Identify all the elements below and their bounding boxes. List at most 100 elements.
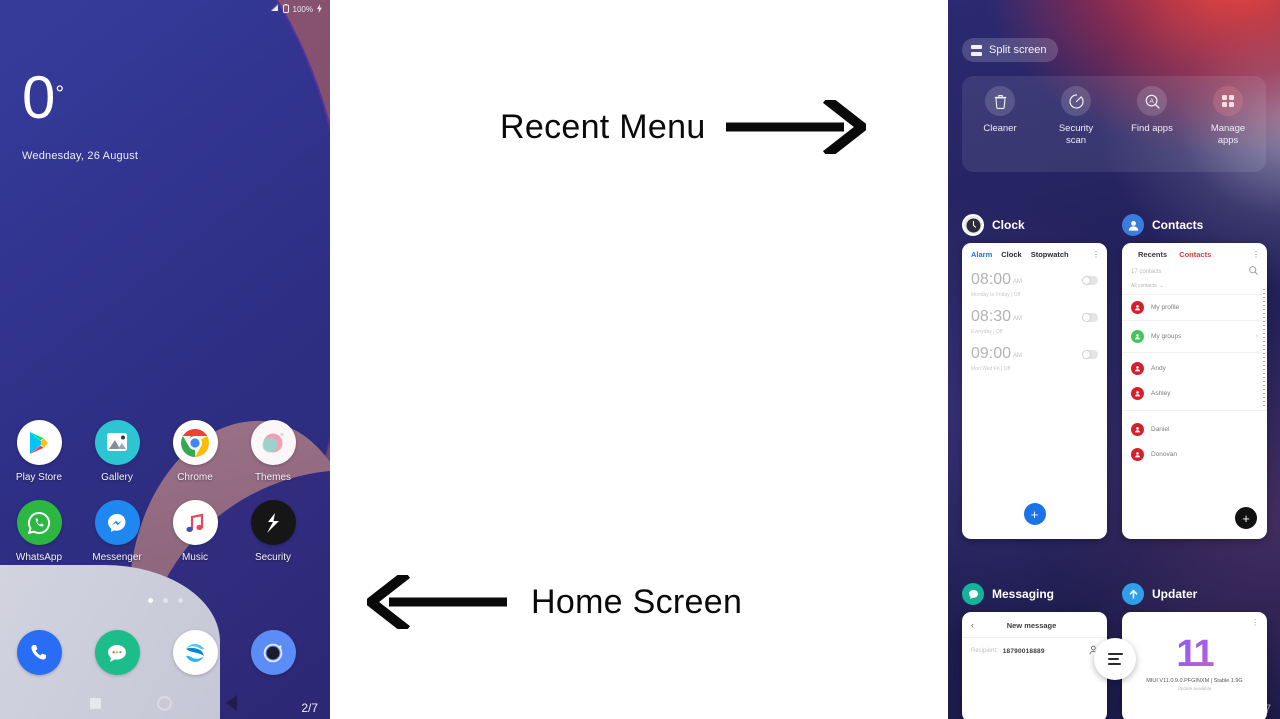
card-content[interactable]: Alarm Clock Stopwatch ⋮ 08:00 AM Monday … (962, 243, 1107, 539)
contact-row[interactable]: Andy (1122, 352, 1267, 381)
contacts-section-label: All contacts ⌄ (1131, 283, 1164, 289)
contact-row[interactable]: Daniel (1122, 410, 1267, 442)
arrow-right-icon (725, 100, 866, 154)
chevron-right-icon: › (1255, 333, 1258, 340)
app-label: Play Store (15, 472, 63, 483)
app-music[interactable]: Music (156, 500, 234, 563)
widget-date: Wednesday, 26 August (22, 150, 139, 162)
alarm-item[interactable]: 09:00 AM (962, 339, 1107, 366)
add-contact-fab[interactable]: + (1235, 507, 1257, 529)
contact-row[interactable]: Ashley (1122, 381, 1267, 410)
avatar (1131, 362, 1144, 375)
contacts-person-icon (1122, 214, 1144, 236)
page-dots (0, 598, 330, 603)
home-circle-icon[interactable] (157, 695, 172, 711)
page-dot[interactable] (162, 598, 168, 603)
app-security[interactable]: Security (234, 500, 312, 563)
drag-handle-icon[interactable] (1094, 638, 1136, 680)
dock-item-camera[interactable] (234, 630, 312, 675)
search-icon[interactable] (1249, 266, 1258, 277)
quick-actions-bar: Cleaner Security scan A Find apps Manage… (962, 76, 1266, 172)
app-label: WhatsApp (15, 552, 63, 563)
avatar (1131, 423, 1144, 436)
tab-recents[interactable]: Recents (1138, 250, 1167, 259)
back-triangle-icon[interactable] (226, 695, 237, 711)
tab-contacts[interactable]: Contacts (1179, 250, 1211, 259)
app-row: WhatsApp Messenger Music Security (0, 500, 330, 563)
card-app-name: Messaging (992, 587, 1055, 601)
app-messenger[interactable]: Messenger (78, 500, 156, 563)
recipient-field[interactable]: Recipient: 18790018889 (962, 637, 1107, 664)
avatar (1131, 330, 1144, 343)
miui-logo: 11 (1122, 626, 1267, 678)
quick-action-label: Security scan (1058, 123, 1094, 146)
card-content[interactable]: ‹ New message Recipient: 18790018889 (962, 612, 1107, 719)
battery-icon (282, 3, 289, 15)
quick-action-find-apps[interactable]: A Find apps (1114, 86, 1190, 135)
app-label: Messenger (92, 552, 142, 563)
dock-item-browser[interactable] (156, 630, 234, 675)
app-grid: Play Store Gallery Chrome Themes WhatsAp… (0, 420, 330, 563)
chrome-icon (172, 420, 218, 465)
arrow-left-icon (367, 575, 507, 629)
messaging-header: ‹ New message (962, 612, 1107, 637)
contact-row[interactable]: My groups › (1122, 320, 1267, 352)
gallery-icon (94, 420, 140, 465)
alarm-toggle[interactable] (1082, 313, 1098, 322)
dock-item-phone[interactable] (0, 630, 78, 675)
weather-widget[interactable]: 0 ° Wednesday, 26 August (22, 68, 139, 163)
dock-item-messages[interactable] (78, 630, 156, 675)
page-dot[interactable] (177, 598, 183, 603)
quick-action-manage-apps[interactable]: Manage apps (1190, 86, 1266, 147)
app-play-store[interactable]: Play Store (0, 420, 78, 483)
tab-clock[interactable]: Clock (1001, 250, 1021, 259)
card-app-name: Contacts (1152, 218, 1204, 232)
kebab-menu-icon[interactable]: ⋮ (1252, 251, 1260, 259)
card-header: Messaging (962, 583, 1107, 605)
security-icon (250, 500, 296, 545)
card-content[interactable]: ⋮ 11 MIUI V11.0.9.0.PFGINXM | Stable 1.9… (1122, 612, 1267, 719)
recent-card-updater[interactable]: Updater ⋮ 11 MIUI V11.0.9.0.PFGINXM | St… (1122, 583, 1267, 719)
messenger-icon (94, 500, 140, 545)
kebab-menu-icon[interactable]: ⋮ (1092, 251, 1100, 259)
update-status: Update available (1177, 686, 1212, 691)
alarm-toggle[interactable] (1082, 276, 1098, 285)
card-content[interactable]: Recents Contacts ⋮ 17 contacts All conta… (1122, 243, 1267, 539)
grid-icon (1213, 86, 1243, 116)
contact-row[interactable]: My profile (1122, 294, 1267, 320)
alarm-toggle[interactable] (1082, 350, 1098, 359)
app-label: Themes (254, 472, 292, 483)
recipient-label: Recipient: (971, 648, 998, 654)
quick-action-cleaner[interactable]: Cleaner (962, 86, 1038, 135)
recent-card-messaging[interactable]: Messaging ‹ New message Recipient: 18790… (962, 583, 1107, 719)
alarm-item[interactable]: 08:30 AM (962, 302, 1107, 329)
contact-row[interactable]: Donovan (1122, 442, 1267, 467)
tab-stopwatch[interactable]: Stopwatch (1031, 250, 1069, 259)
split-screen-button[interactable]: Split screen (962, 38, 1059, 62)
trash-icon (985, 86, 1015, 116)
add-alarm-fab[interactable]: + (1023, 503, 1046, 525)
alphabet-index[interactable] (1263, 289, 1265, 406)
app-whatsapp[interactable]: WhatsApp (0, 500, 78, 563)
recent-card-clock[interactable]: Clock Alarm Clock Stopwatch ⋮ 08:00 AM M… (962, 214, 1107, 539)
card-app-name: Clock (992, 218, 1025, 232)
recent-card-contacts[interactable]: Contacts Recents Contacts ⋮ 17 contacts … (1122, 214, 1267, 539)
annotation-label: Home Screen (531, 582, 743, 621)
alarm-ampm: AM (1013, 353, 1023, 359)
app-themes[interactable]: Themes (234, 420, 312, 483)
quick-action-security-scan[interactable]: Security scan (1038, 86, 1114, 147)
alarm-item[interactable]: 08:00 AM (962, 265, 1107, 292)
app-gallery[interactable]: Gallery (78, 420, 156, 483)
contact-name: Donovan (1151, 451, 1178, 458)
search-a-icon: A (1137, 86, 1167, 116)
recents-square-icon[interactable] (90, 697, 101, 709)
kebab-menu-icon[interactable]: ⋮ (1122, 612, 1267, 627)
tab-alarm[interactable]: Alarm (971, 250, 992, 259)
contact-name: Daniel (1151, 426, 1170, 433)
app-chrome[interactable]: Chrome (156, 420, 234, 483)
contacts-search-field[interactable]: 17 contacts (1122, 264, 1267, 283)
alarm-subtitle: Mon Wed Fri | Off (971, 366, 1011, 372)
page-dot[interactable] (147, 598, 153, 603)
card-app-name: Updater (1152, 587, 1198, 601)
recipient-value: 18790018889 (1002, 647, 1045, 655)
